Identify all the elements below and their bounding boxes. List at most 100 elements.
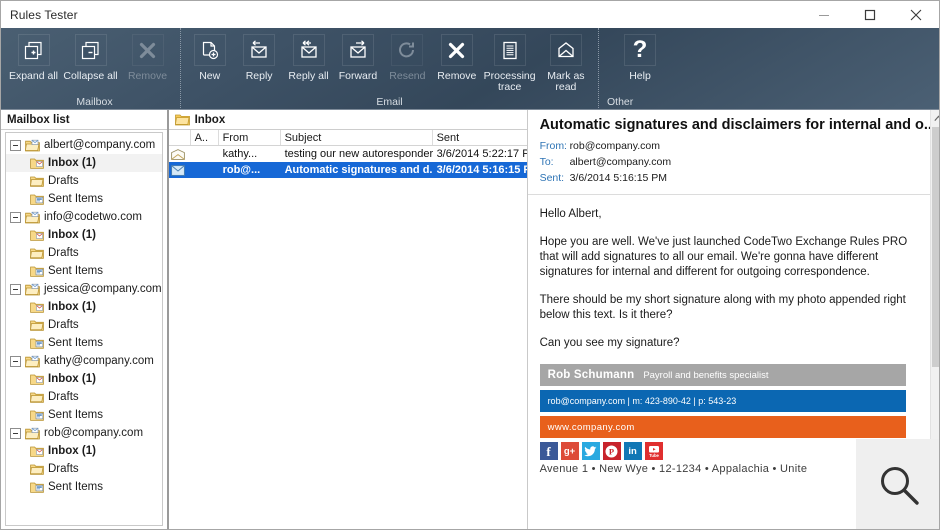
mailbox-node[interactable]: albert@company.com [6, 136, 162, 154]
folder-node[interactable]: Drafts [6, 460, 162, 478]
minimize-icon [818, 9, 830, 21]
folder-label: Drafts [48, 390, 79, 404]
email-sent-key: Sent: [540, 170, 570, 186]
pinterest-icon[interactable]: P [603, 442, 621, 460]
signature-website-bar[interactable]: www.company.com [540, 416, 906, 438]
signature-role: Payroll and benefits specialist [643, 368, 768, 383]
tree-toggle-icon[interactable] [10, 212, 21, 223]
signature-social-links: fg+ Pin Tube [540, 442, 906, 460]
minimize-button[interactable] [801, 1, 847, 28]
folder-node[interactable]: Sent Items [6, 406, 162, 424]
message-subject: testing our new autoresponder [281, 146, 433, 162]
folder-node[interactable]: Drafts [6, 172, 162, 190]
tree-toggle-icon[interactable] [10, 428, 21, 439]
youtube-icon[interactable]: Tube [645, 442, 663, 460]
folder-node[interactable]: Drafts [6, 316, 162, 334]
linkedin-icon[interactable]: in [624, 442, 642, 460]
column-header-sent[interactable]: Sent [433, 130, 527, 145]
mailbox-label: rob@company.com [44, 426, 143, 440]
magnifier-icon [876, 462, 922, 508]
folder-label: Inbox (1) [48, 444, 96, 458]
folder-node[interactable]: Inbox (1) [6, 298, 162, 316]
folder-node[interactable]: Sent Items [6, 262, 162, 280]
scrollbar-thumb[interactable] [932, 127, 940, 367]
folder-label: Drafts [48, 174, 79, 188]
new-label: New [199, 71, 220, 82]
processing-trace-icon [494, 34, 526, 66]
email-to-value: albert@company.com [570, 154, 672, 170]
twitter-icon[interactable] [582, 442, 600, 460]
mailbox-node[interactable]: kathy@company.com [6, 352, 162, 370]
column-header-attachment[interactable]: A.. [191, 130, 219, 145]
folder-node[interactable]: Drafts [6, 244, 162, 262]
folder-label: Drafts [48, 318, 79, 332]
message-subject: Automatic signatures and d... [281, 162, 433, 178]
mailbox-node[interactable]: info@codetwo.com [6, 208, 162, 226]
reply-all-label: Reply all [288, 71, 328, 82]
email-signature: Rob Schumann Payroll and benefits specia… [540, 364, 906, 477]
magnifier-overlay[interactable] [856, 439, 940, 530]
folder-node[interactable]: Sent Items [6, 334, 162, 352]
facebook-icon[interactable]: f [540, 442, 558, 460]
mailbox-node[interactable]: rob@company.com [6, 424, 162, 442]
forward-label: Forward [339, 71, 378, 82]
forward-icon [342, 34, 374, 66]
folder-node[interactable]: Inbox (1) [6, 442, 162, 460]
remove-email-label: Remove [437, 71, 476, 82]
column-header-subject[interactable]: Subject [281, 130, 433, 145]
ribbon-group-label-email: Email [181, 96, 598, 108]
mailbox-label: kathy@company.com [44, 354, 154, 368]
message-status-icon [169, 165, 191, 176]
signature-name-bar: Rob Schumann Payroll and benefits specia… [540, 364, 906, 386]
collapse-all-label: Collapse all [63, 71, 117, 82]
message-from: kathy... [219, 146, 281, 162]
remove-mailbox-label: Remove [128, 71, 167, 82]
folder-label: Inbox (1) [48, 228, 96, 242]
email-paragraph: Hello Albert, [540, 207, 924, 222]
expand-all-label: Expand all [9, 71, 58, 82]
remove-icon [132, 34, 164, 66]
close-button[interactable] [893, 1, 939, 28]
tree-toggle-icon[interactable] [10, 356, 21, 367]
svg-text:P: P [609, 446, 614, 456]
message-from: rob@... [219, 162, 281, 178]
email-paragraph: There should be my short signature along… [540, 293, 924, 323]
column-header-from[interactable]: From [219, 130, 281, 145]
ribbon-group-email: New Reply [180, 28, 598, 110]
google-plus-icon[interactable]: g+ [561, 442, 579, 460]
folder-label: Sent Items [48, 408, 103, 422]
message-grid-header: A.. From Subject Sent [169, 130, 527, 146]
folder-node[interactable]: Sent Items [6, 190, 162, 208]
chevron-up-icon[interactable] [931, 110, 940, 126]
message-list-header: Inbox [169, 110, 527, 130]
tree-toggle-icon[interactable] [10, 140, 21, 151]
message-status-icon [169, 149, 191, 160]
email-paragraph: Hope you are well. We've just launched C… [540, 235, 924, 280]
expand-all-icon [18, 34, 50, 66]
email-from-value: rob@company.com [570, 138, 660, 154]
tree-toggle-icon[interactable] [10, 284, 21, 295]
signature-contact: rob@company.com | m: 423-890-42 | p: 543… [548, 394, 737, 409]
folder-node[interactable]: Inbox (1) [6, 226, 162, 244]
folder-label: Inbox (1) [48, 300, 96, 314]
help-label: Help [629, 71, 651, 82]
message-row[interactable]: kathy...testing our new autoresponder3/6… [169, 146, 527, 162]
folder-node[interactable]: Drafts [6, 388, 162, 406]
message-row[interactable]: rob@...Automatic signatures and d...3/6/… [169, 162, 527, 178]
mailbox-node[interactable]: jessica@company.com [6, 280, 162, 298]
maximize-button[interactable] [847, 1, 893, 28]
ribbon-group-other: ? Help Other [598, 28, 694, 110]
maximize-icon [864, 9, 876, 21]
svg-text:Tube: Tube [649, 453, 659, 458]
column-header-icon[interactable] [169, 130, 191, 145]
folder-node[interactable]: Inbox (1) [6, 154, 162, 172]
folder-label: Inbox (1) [48, 156, 96, 170]
mailbox-tree[interactable]: albert@company.comInbox (1)DraftsSent It… [5, 132, 163, 526]
opened-mail-icon [171, 149, 185, 160]
folder-node[interactable]: Inbox (1) [6, 370, 162, 388]
title-bar: Rules Tester [1, 1, 939, 28]
signature-contact-bar: rob@company.com | m: 423-890-42 | p: 543… [540, 390, 906, 412]
reply-label: Reply [246, 71, 273, 82]
message-list-header-label: Inbox [195, 114, 226, 126]
folder-node[interactable]: Sent Items [6, 478, 162, 496]
